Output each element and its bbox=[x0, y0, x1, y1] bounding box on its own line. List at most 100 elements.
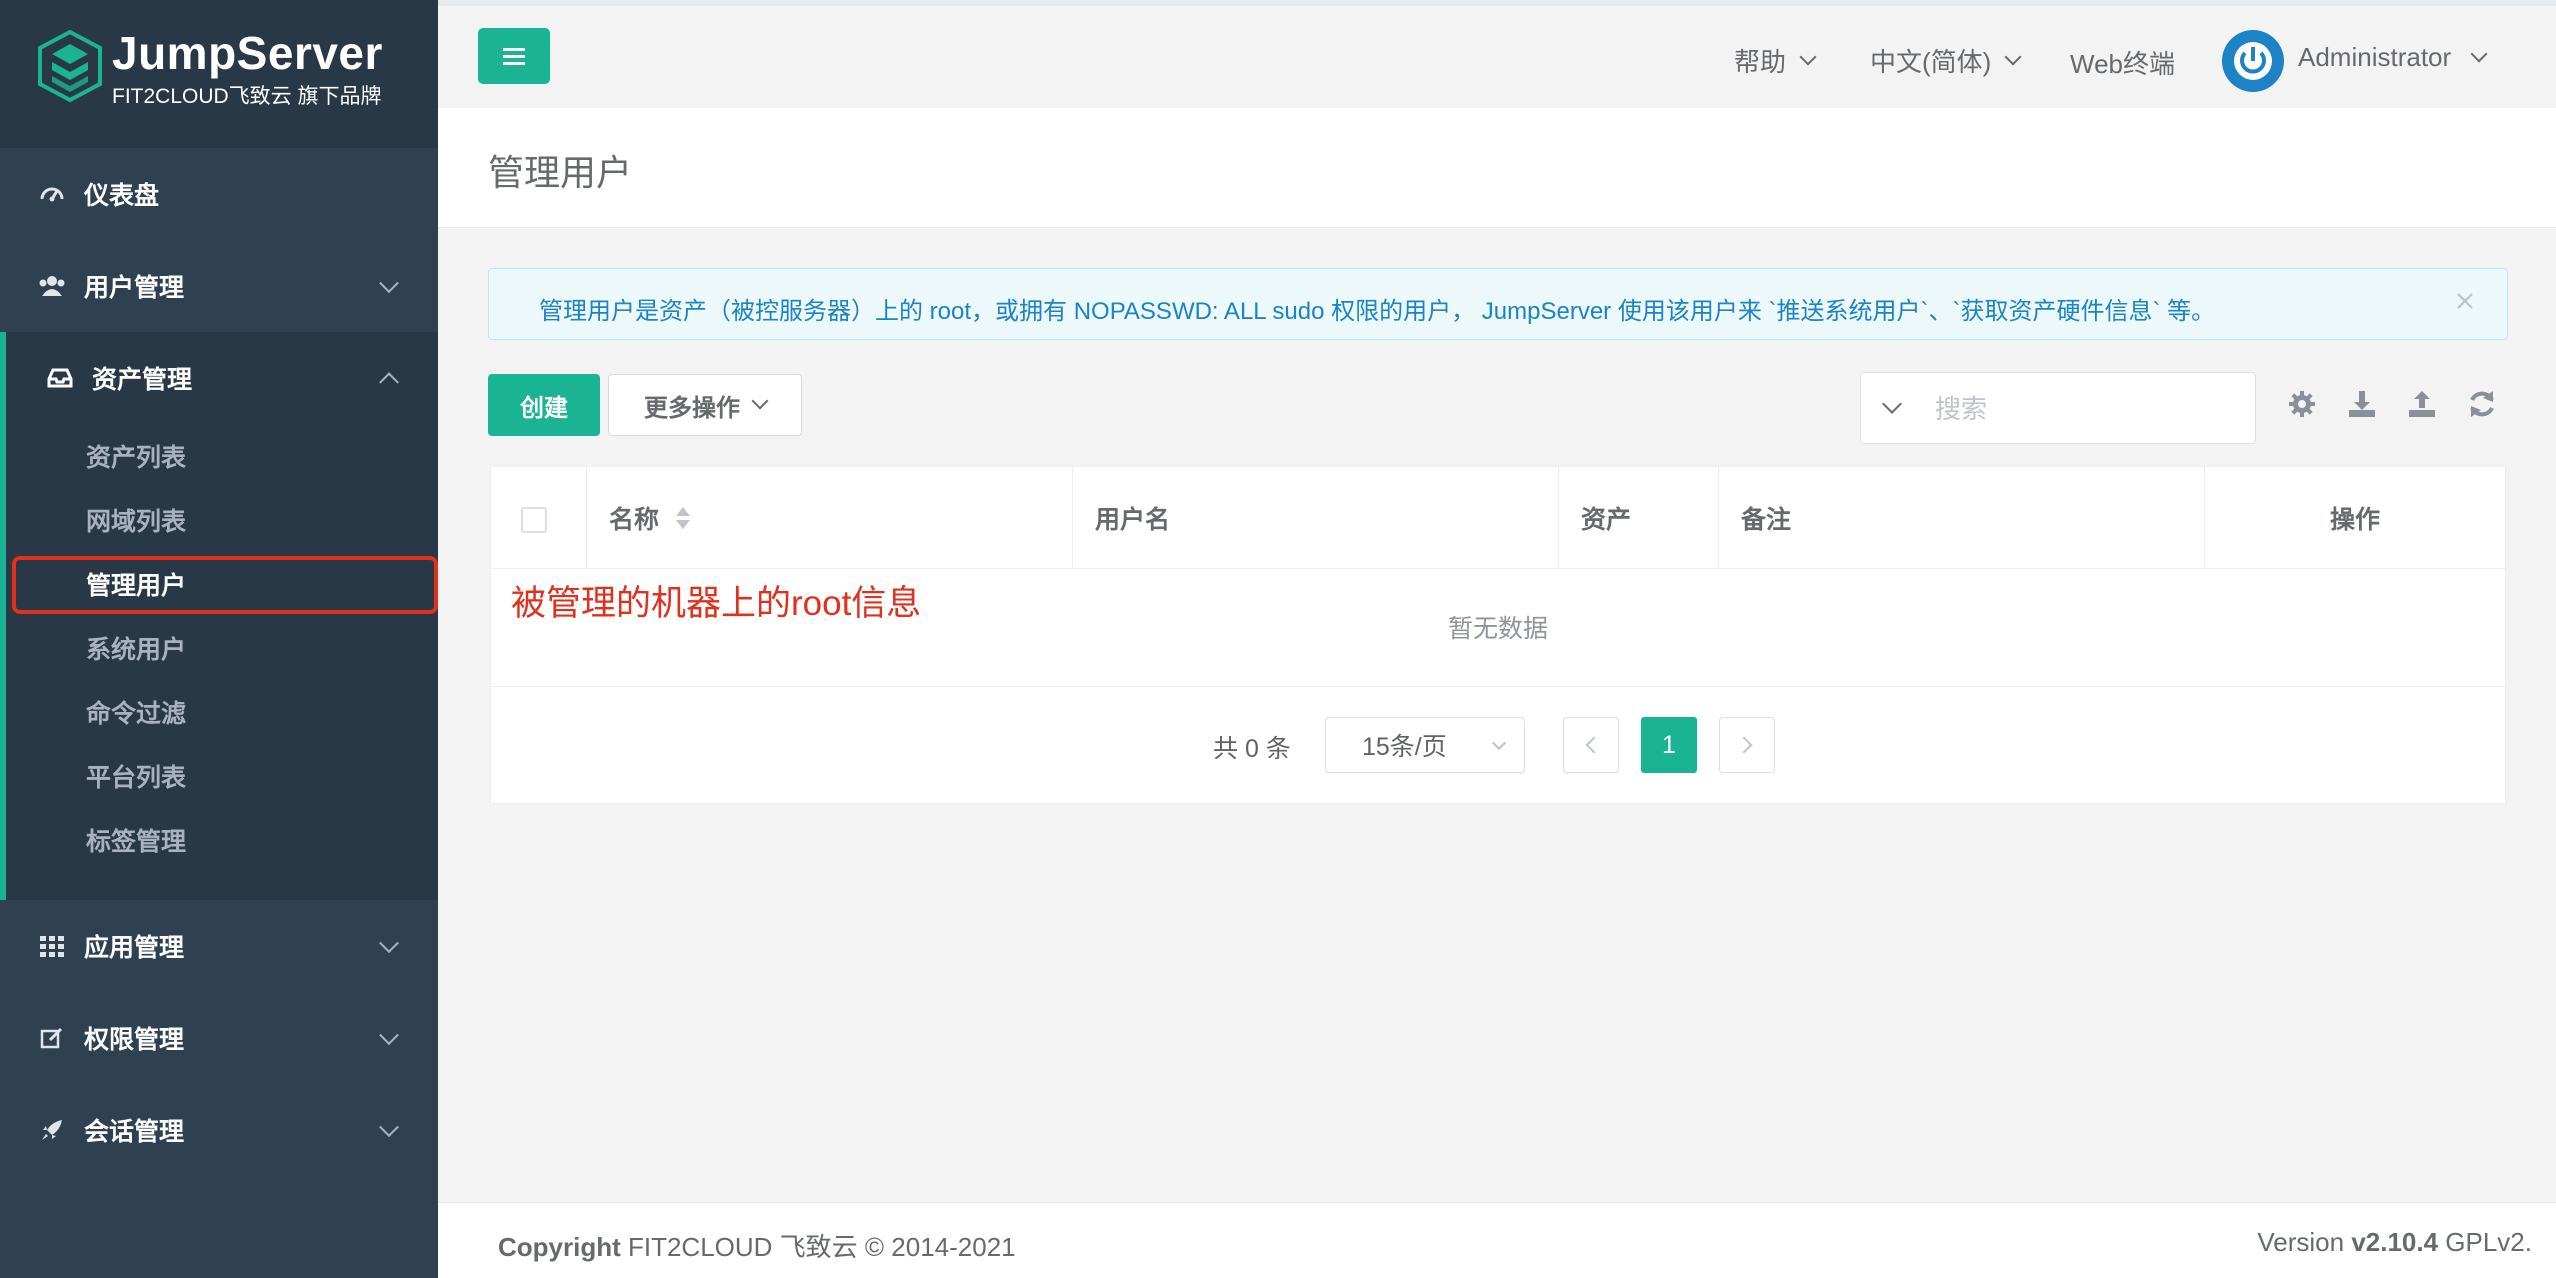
page-heading: 管理用户 bbox=[438, 108, 2556, 228]
next-page-button[interactable] bbox=[1719, 717, 1775, 773]
grid-icon bbox=[38, 932, 66, 960]
sidebar-toggle-button[interactable] bbox=[478, 28, 550, 84]
web-terminal-link[interactable]: Web终端 bbox=[2070, 44, 2175, 81]
column-username: 用户名 bbox=[1073, 467, 1559, 569]
sidebar-item-dashboard[interactable]: 仪表盘 bbox=[0, 148, 438, 240]
sidebar-item-applications[interactable]: 应用管理 bbox=[0, 900, 438, 992]
sidebar-item-label: 会话管理 bbox=[84, 1118, 185, 1146]
alert-text: 管理用户是资产（被控服务器）上的 root，或拥有 NOPASSWD: ALL … bbox=[539, 298, 2216, 325]
search-box[interactable] bbox=[1860, 372, 2256, 444]
chevron-down-icon bbox=[379, 273, 399, 294]
help-dropdown[interactable]: 帮助 bbox=[1734, 42, 1817, 79]
search-input[interactable] bbox=[1935, 387, 2235, 431]
chevron-left-icon bbox=[1585, 736, 1603, 754]
sidebar-item-label: 用户管理 bbox=[84, 274, 185, 302]
footer: Copyright FIT2CLOUD 飞致云 © 2014-2021 Vers… bbox=[438, 1202, 2556, 1278]
sidebar-item-permissions[interactable]: 权限管理 bbox=[0, 992, 438, 1084]
page-number-current[interactable]: 1 bbox=[1641, 717, 1697, 773]
submenu-item-domain-list[interactable]: 网域列表 bbox=[6, 488, 438, 552]
brand-title: JumpServer bbox=[112, 27, 383, 79]
select-all-checkbox[interactable] bbox=[521, 507, 547, 533]
user-name: Administrator bbox=[2298, 42, 2452, 72]
language-label: 中文(简体) bbox=[1870, 47, 1992, 77]
sidebar-group-assets: 资产管理 资产列表 网域列表 管理用户 系统用户 命令过滤 平台列表 标签管理 bbox=[0, 332, 438, 900]
version-prefix: Version bbox=[2257, 1227, 2352, 1257]
pagination: 共 0 条 15条/页 1 bbox=[491, 687, 2505, 803]
assets-submenu: 资产列表 网域列表 管理用户 系统用户 命令过滤 平台列表 标签管理 bbox=[6, 424, 438, 872]
column-assets: 资产 bbox=[1559, 467, 1719, 569]
empty-text: 暂无数据 bbox=[1447, 615, 1548, 643]
language-dropdown[interactable]: 中文(简体) bbox=[1870, 42, 2022, 79]
page-size-value: 15条/页 bbox=[1362, 733, 1447, 761]
sidebar-item-assets[interactable]: 资产管理 bbox=[6, 332, 438, 424]
menu-icon bbox=[503, 48, 525, 65]
top-navbar: 帮助 中文(简体) Web终端 Administrator bbox=[438, 0, 2556, 108]
chevron-down-icon bbox=[379, 1025, 399, 1046]
chevron-down-icon bbox=[751, 392, 769, 410]
chevron-down-icon bbox=[2470, 45, 2488, 62]
edit-icon bbox=[38, 1024, 66, 1052]
admin-user-table: 名称 用户名 资产 备注 操作 被管理的机器上的root信息 暂无数据 共 0 … bbox=[490, 466, 2506, 804]
more-actions-button[interactable]: 更多操作 bbox=[608, 374, 802, 436]
submenu-item-system-user[interactable]: 系统用户 bbox=[6, 616, 438, 680]
info-alert: 管理用户是资产（被控服务器）上的 root，或拥有 NOPASSWD: ALL … bbox=[488, 268, 2508, 340]
page-title: 管理用户 bbox=[488, 152, 633, 193]
dashboard-icon bbox=[38, 180, 66, 208]
chevron-down-icon bbox=[1799, 48, 1817, 65]
select-all-cell bbox=[491, 467, 587, 569]
table-header: 名称 用户名 资产 备注 操作 bbox=[491, 467, 2505, 569]
sidebar: JumpServer FIT2CLOUD飞致云 旗下品牌 仪表盘 用户管理 资产… bbox=[0, 0, 438, 1278]
users-icon bbox=[38, 272, 66, 300]
column-name-label: 名称 bbox=[609, 506, 660, 534]
version-text: Version v2.10.4 GPLv2. bbox=[2257, 1227, 2532, 1258]
jumpserver-logo-icon bbox=[38, 30, 102, 102]
user-dropdown[interactable]: Administrator bbox=[2298, 42, 2488, 73]
sidebar-item-sessions[interactable]: 会话管理 bbox=[0, 1084, 438, 1176]
sort-icon[interactable] bbox=[673, 504, 693, 532]
upload-icon[interactable] bbox=[2406, 388, 2438, 420]
sidebar-menu: 仪表盘 用户管理 资产管理 资产列表 网域列表 管理用户 系统用户 命令过滤 平… bbox=[0, 148, 438, 1176]
page-size-select[interactable]: 15条/页 bbox=[1325, 717, 1525, 773]
power-icon bbox=[2234, 42, 2272, 80]
chevron-down-icon bbox=[1491, 735, 1507, 751]
chevron-right-icon bbox=[1735, 736, 1753, 754]
copyright-label: Copyright bbox=[498, 1232, 621, 1262]
copyright-owner: FIT2CLOUD 飞致云 © 2014-2021 bbox=[620, 1232, 1016, 1262]
column-comment: 备注 bbox=[1719, 467, 2205, 569]
submenu-item-admin-user[interactable]: 管理用户 bbox=[6, 552, 438, 616]
license-text: GPLv2. bbox=[2438, 1227, 2532, 1257]
submenu-item-label-management[interactable]: 标签管理 bbox=[6, 808, 438, 872]
column-actions: 操作 bbox=[2329, 506, 2380, 534]
close-icon[interactable] bbox=[2453, 289, 2477, 313]
submenu-item-platform-list[interactable]: 平台列表 bbox=[6, 744, 438, 808]
submenu-item-command-filter[interactable]: 命令过滤 bbox=[6, 680, 438, 744]
chevron-down-icon bbox=[2004, 48, 2022, 65]
chevron-down-icon bbox=[379, 933, 399, 954]
inbox-icon bbox=[46, 364, 74, 392]
prev-page-button[interactable] bbox=[1563, 717, 1619, 773]
sidebar-item-label: 应用管理 bbox=[84, 934, 185, 962]
brand-logo[interactable]: JumpServer FIT2CLOUD飞致云 旗下品牌 bbox=[0, 0, 438, 148]
sidebar-item-users[interactable]: 用户管理 bbox=[0, 240, 438, 332]
rocket-icon bbox=[38, 1116, 66, 1144]
avatar[interactable] bbox=[2222, 30, 2284, 92]
chevron-up-icon bbox=[379, 372, 399, 393]
total-count: 共 0 条 bbox=[1213, 735, 1291, 763]
copyright-text: Copyright FIT2CLOUD 飞致云 © 2014-2021 bbox=[498, 1227, 1016, 1264]
table-empty-row: 被管理的机器上的root信息 暂无数据 bbox=[491, 569, 2505, 687]
create-button[interactable]: 创建 bbox=[488, 374, 600, 436]
sidebar-item-label: 权限管理 bbox=[84, 1026, 185, 1054]
refresh-icon[interactable] bbox=[2466, 388, 2498, 420]
more-actions-label: 更多操作 bbox=[644, 394, 740, 422]
submenu-item-asset-list[interactable]: 资产列表 bbox=[6, 424, 438, 488]
brand-subtitle: FIT2CLOUD飞致云 旗下品牌 bbox=[112, 85, 382, 108]
gear-icon[interactable] bbox=[2286, 388, 2318, 420]
sidebar-item-label: 资产管理 bbox=[92, 366, 193, 394]
download-icon[interactable] bbox=[2346, 388, 2378, 420]
help-label: 帮助 bbox=[1734, 47, 1787, 77]
column-name[interactable]: 名称 bbox=[587, 467, 1073, 569]
chevron-down-icon bbox=[379, 1117, 399, 1138]
chevron-down-icon[interactable] bbox=[1882, 394, 1902, 414]
version-number: v2.10.4 bbox=[2351, 1227, 2439, 1257]
sidebar-item-label: 仪表盘 bbox=[84, 182, 160, 210]
